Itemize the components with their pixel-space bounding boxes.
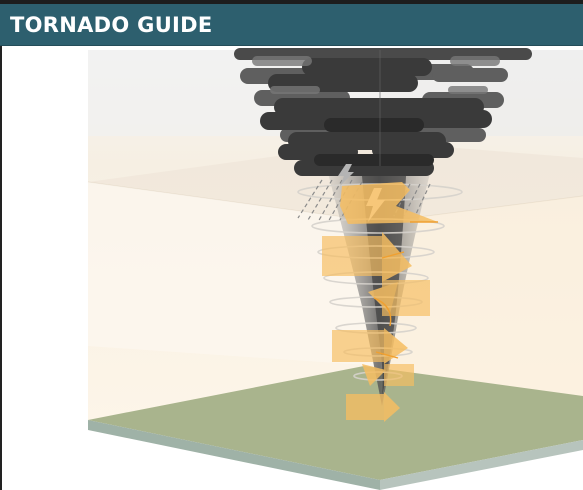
header-bar: TORNADO GUIDE	[0, 4, 583, 46]
page-title: TORNADO GUIDE	[10, 13, 213, 37]
tornado-illustration	[87, 48, 583, 490]
